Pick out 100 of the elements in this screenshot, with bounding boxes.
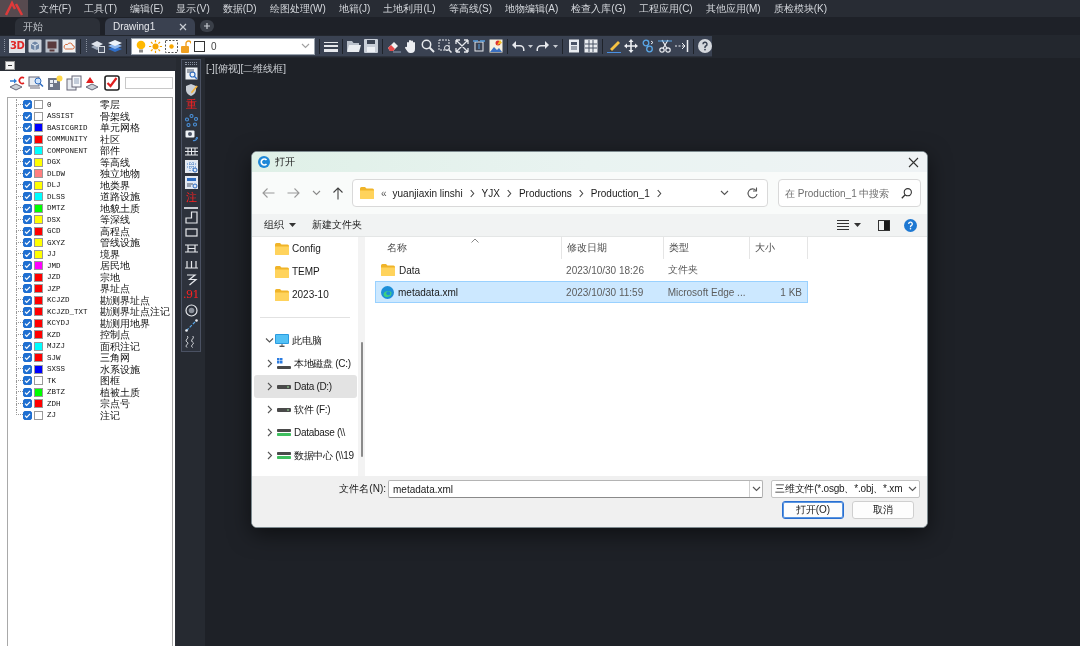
organize-button[interactable]: 组织 [258, 216, 302, 234]
search-field[interactable]: 在 Production_1 中搜索 [778, 179, 921, 207]
plus-icon[interactable] [200, 20, 214, 32]
caret-icon[interactable] [528, 44, 534, 48]
view-list-icon[interactable] [837, 220, 849, 230]
layers-icon[interactable] [108, 39, 123, 53]
redo-icon[interactable] [536, 39, 551, 53]
checkbox[interactable] [23, 169, 32, 179]
menu-item[interactable]: 质检模块(K) [767, 2, 834, 15]
forward-icon[interactable] [287, 187, 300, 199]
viewport-label[interactable]: [-][俯视][二维线框] [206, 63, 286, 74]
up-icon[interactable] [332, 186, 344, 200]
scrollbar[interactable] [361, 342, 363, 457]
layer-dropdown[interactable]: 0 [130, 37, 316, 55]
save-icon[interactable] [363, 39, 378, 53]
chevron-down-icon[interactable] [720, 190, 729, 196]
address-bar[interactable]: « yuanjiaxin linshi YJX Productions Production_1 [352, 179, 768, 207]
checkbox[interactable] [23, 180, 32, 190]
menu-item[interactable]: 工具(T) [77, 2, 124, 15]
h-frame-icon[interactable] [184, 241, 198, 255]
breadcrumb-overflow[interactable]: « [381, 187, 387, 199]
nav-item[interactable]: 本地磁盘 (C:) [254, 352, 357, 375]
document-icon[interactable] [567, 39, 582, 53]
shield-pencil-icon[interactable] [184, 82, 198, 96]
layer-light-icon[interactable] [47, 75, 63, 91]
checkbox[interactable] [23, 249, 32, 259]
hand-icon[interactable] [403, 39, 418, 53]
column-header[interactable]: 类型 [669, 241, 689, 255]
zoom-icon[interactable] [420, 39, 435, 53]
checkbox[interactable] [23, 261, 32, 271]
chevron-right-icon[interactable] [265, 405, 274, 414]
picture-icon[interactable] [488, 39, 503, 53]
chevron-right-icon[interactable] [265, 382, 274, 391]
layer-pin-icon[interactable] [85, 75, 101, 91]
dialog-button[interactable]: 打开(O) [782, 501, 844, 519]
checkbox[interactable] [23, 410, 32, 420]
rectangle-icon[interactable] [184, 226, 198, 240]
filter-field[interactable] [125, 77, 173, 89]
document-tab[interactable]: 开始 [15, 18, 100, 35]
checkbox[interactable] [23, 157, 32, 167]
menu-item[interactable]: 地物编辑(A) [498, 2, 565, 15]
tool-button[interactable]: 3D [9, 39, 26, 53]
table-image-icon[interactable] [184, 175, 198, 189]
table-icon[interactable] [584, 39, 599, 53]
refresh-icon[interactable] [746, 187, 758, 199]
nav-item[interactable]: 软件 (F:) [254, 398, 357, 421]
preview-pane-icon[interactable] [878, 219, 890, 231]
checkbox[interactable] [23, 100, 32, 110]
search-icon[interactable] [901, 188, 912, 199]
nav-item[interactable]: 数据中心 (\\19 [254, 444, 357, 467]
help-icon[interactable] [697, 39, 712, 53]
chevron-right-icon[interactable] [265, 451, 274, 460]
scissors-icon[interactable] [658, 39, 673, 53]
column-header[interactable]: 大小 [755, 241, 775, 255]
form-search-icon[interactable] [184, 67, 198, 81]
chevron-right-icon[interactable] [469, 188, 475, 198]
grip-icon[interactable] [85, 39, 89, 53]
menu-item[interactable]: 地籍(J) [332, 2, 377, 15]
zoom-object-icon[interactable] [471, 39, 486, 53]
document-tab[interactable]: Drawing1 [105, 18, 195, 35]
dialog-button[interactable]: 取消 [852, 501, 914, 519]
layers-print-icon[interactable] [91, 39, 106, 53]
checkbox[interactable] [23, 353, 32, 363]
checkbox[interactable] [23, 272, 32, 282]
bulb-icon[interactable] [135, 39, 146, 53]
checkbox[interactable] [23, 284, 32, 294]
chevron-down-icon[interactable] [751, 486, 761, 492]
checkbox[interactable] [23, 215, 32, 225]
checkmark-icon[interactable] [104, 75, 120, 91]
menu-item[interactable]: 文件(F) [32, 2, 78, 15]
filename-field[interactable]: metadata.xml [388, 480, 763, 498]
checkbox[interactable] [23, 295, 32, 305]
checkbox[interactable] [23, 134, 32, 144]
checkbox[interactable] [23, 318, 32, 328]
zoom-extents-icon[interactable] [454, 39, 469, 53]
ladder-icon[interactable] [184, 144, 198, 158]
checkbox[interactable] [23, 238, 32, 248]
breadcrumb-item[interactable]: yuanjiaxin linshi [392, 187, 463, 199]
camera-rotate-icon[interactable] [184, 129, 198, 143]
undo-icon[interactable] [511, 39, 526, 53]
move-icon[interactable] [624, 39, 639, 53]
nav-item[interactable]: 2023-10 [254, 283, 357, 306]
chevron-right-icon[interactable] [265, 428, 274, 437]
caret-icon[interactable] [854, 223, 861, 227]
menu-item[interactable]: 等高线(S) [442, 2, 499, 15]
checkbox[interactable] [23, 226, 32, 236]
checkbox[interactable] [23, 203, 32, 213]
menu-item[interactable]: 显示(V) [169, 2, 217, 15]
caret-icon[interactable] [553, 44, 559, 48]
column-header[interactable]: 名称 [387, 241, 407, 255]
pencil-icon[interactable] [607, 39, 622, 53]
chevron-down-icon[interactable] [908, 486, 917, 492]
chevron-right-icon[interactable] [265, 359, 274, 368]
checkbox[interactable] [23, 376, 32, 386]
chevron-right-icon[interactable] [506, 188, 512, 198]
menu-item[interactable]: 绘图处理(W) [263, 2, 333, 15]
close-icon[interactable] [908, 156, 919, 168]
nav-item[interactable]: Data (D:) [254, 375, 357, 398]
chevron-right-icon[interactable] [578, 188, 584, 198]
collapse-icon[interactable] [5, 61, 15, 70]
